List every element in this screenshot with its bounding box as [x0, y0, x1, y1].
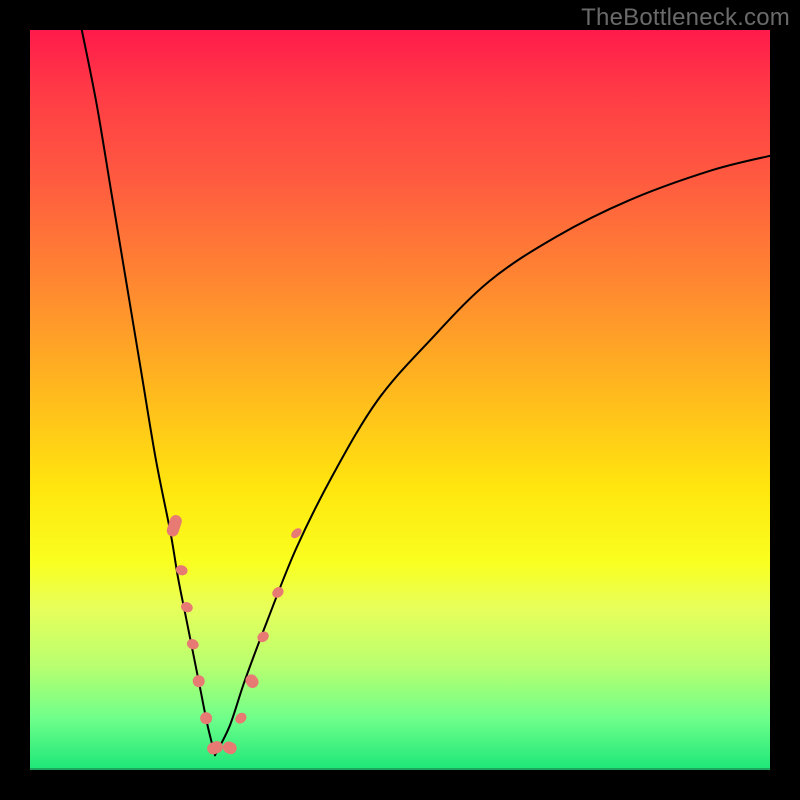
data-marker: [185, 637, 200, 651]
chart-svg: [30, 30, 770, 770]
data-marker: [243, 672, 261, 690]
chart-frame: TheBottleneck.com: [0, 0, 800, 800]
data-marker: [198, 710, 214, 726]
data-marker: [180, 600, 195, 614]
plot-area: [30, 30, 770, 770]
data-markers: [165, 513, 303, 756]
data-marker: [221, 739, 239, 756]
watermark-text: TheBottleneck.com: [581, 4, 790, 32]
data-marker: [270, 585, 286, 600]
data-marker: [191, 673, 207, 689]
data-marker: [233, 711, 249, 726]
curve-right-branch: [215, 156, 770, 755]
